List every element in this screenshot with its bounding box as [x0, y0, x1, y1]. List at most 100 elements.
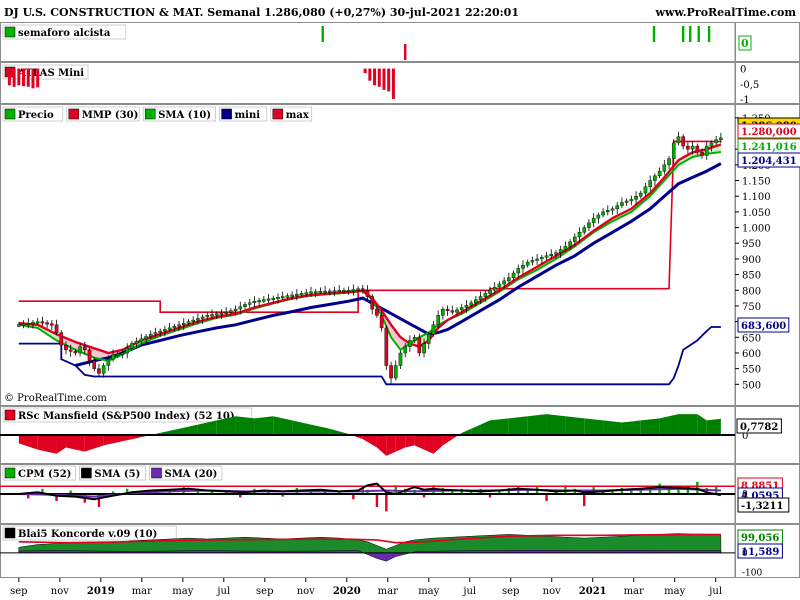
- price-candle-body: [356, 288, 360, 291]
- atlas-bar: [31, 68, 35, 89]
- price-candle-body: [172, 326, 177, 329]
- chart-title: DJ U.S. CONSTRUCTION & MAT. Semanal 1.28…: [4, 6, 519, 19]
- price-candle-body: [167, 327, 172, 330]
- rsc-area-segment: [254, 416, 274, 435]
- price-value-badge: 1.241,016: [741, 142, 797, 153]
- cpm-legend-swatch: [151, 467, 162, 479]
- price-candle-body: [521, 264, 525, 269]
- price-candle-body: [629, 199, 634, 202]
- price-candle-body: [313, 291, 318, 294]
- price-candle-body: [134, 341, 139, 344]
- koncorde-y-tick: -100: [742, 568, 762, 578]
- price-candle-body: [266, 298, 271, 301]
- price-candle-body: [455, 309, 459, 313]
- semaforo-signal-bar: [697, 26, 700, 42]
- price-candle-body: [483, 293, 488, 297]
- koncorde-y-tick: 0: [742, 549, 748, 559]
- price-candle-body: [252, 301, 257, 304]
- semaforo-signal-bar: [681, 26, 685, 42]
- site-link[interactable]: www.ProRealTime.com: [655, 6, 797, 19]
- price-candle-body: [68, 349, 73, 352]
- price-candle-body: [379, 315, 384, 329]
- price-candle-body: [337, 290, 342, 292]
- price-legend-label: max: [286, 110, 310, 121]
- semaforo-legend-label: semaforo alcista: [18, 28, 111, 39]
- price-candle-body: [492, 286, 497, 291]
- price-y-tick: 1.100: [742, 192, 771, 203]
- price-candle-body: [408, 340, 412, 347]
- price-candle-body: [605, 210, 610, 213]
- price-candle-body: [417, 337, 422, 354]
- price-candle-body: [615, 205, 620, 209]
- chart-canvas: DJ U.S. CONSTRUCTION & MAT. Semanal 1.28…: [0, 0, 800, 600]
- price-candle-body: [403, 346, 407, 354]
- price-panel: PrecioMMP (30)SMA (10)minimax1.3501.2501…: [0, 104, 800, 406]
- price-candle-body: [370, 296, 375, 310]
- rsc-area-segment: [565, 416, 585, 435]
- x-axis-tick-label: sep: [502, 586, 519, 597]
- price-y-tick: 600: [742, 349, 761, 360]
- price-candle-body: [21, 323, 26, 326]
- price-candle-body: [488, 290, 492, 294]
- price-legend-swatch: [144, 108, 156, 120]
- price-legend-swatch: [4, 108, 16, 120]
- price-candle-body: [342, 290, 346, 292]
- price-candle-body: [111, 354, 115, 360]
- price-candle-body: [610, 208, 615, 211]
- price-candle-body: [233, 308, 238, 311]
- price-candle-body: [271, 297, 276, 300]
- price-candle-body: [120, 352, 125, 355]
- price-y-tick: 500: [742, 380, 761, 391]
- price-legend-label: MMP (30): [82, 110, 139, 121]
- rsc-area-segment: [621, 420, 641, 435]
- x-axis-tick-label: mar: [378, 586, 398, 597]
- price-candle-body: [158, 330, 162, 333]
- price-candle-body: [690, 145, 695, 150]
- price-candle-body: [351, 289, 356, 292]
- x-axis-tick-label: jul: [708, 586, 722, 597]
- cpm-legend-label: SMA (20): [165, 469, 218, 480]
- price-candle-body: [191, 319, 195, 322]
- price-candle-body: [709, 142, 714, 147]
- price-candle-body: [177, 324, 181, 327]
- price-candle-body: [667, 158, 671, 166]
- rsc-area-segment: [706, 418, 721, 435]
- cpm-bar: [385, 494, 388, 512]
- rsc-area-segment: [235, 416, 255, 435]
- price-candle-body: [40, 321, 45, 324]
- price-candle-body: [153, 332, 158, 335]
- price-candle-body: [620, 202, 624, 206]
- koncorde-legend-swatch: [4, 527, 16, 539]
- semaforo-legend-swatch: [4, 26, 16, 38]
- rsc-value-badge: 0,7782: [740, 422, 778, 433]
- price-candle-body: [257, 300, 261, 303]
- atlas-y-tick: 0: [740, 65, 746, 76]
- price-candle-body: [360, 288, 365, 291]
- price-candle-body: [582, 227, 587, 233]
- atlas-bar: [373, 68, 377, 86]
- price-candle-body: [422, 343, 426, 354]
- price-candle-body: [262, 299, 266, 302]
- price-candle-body: [464, 304, 469, 308]
- price-y-tick: 1.000: [742, 224, 771, 235]
- price-candle-body: [148, 333, 153, 337]
- price-candle-body: [290, 294, 294, 297]
- price-candle-body: [573, 236, 577, 242]
- price-candle-body: [549, 254, 554, 256]
- koncorde-legend-label: Blai5 Koncorde v.09 (10): [18, 529, 157, 540]
- cpm-legend-swatch: [4, 467, 16, 479]
- price-candle-body: [73, 351, 78, 354]
- price-candle-body: [540, 257, 544, 260]
- rsc-area-segment: [508, 416, 528, 435]
- price-candle-body: [398, 352, 403, 366]
- cpm-bar: [545, 494, 548, 501]
- rsc-area-segment: [678, 414, 698, 435]
- price-y-tick: 900: [742, 255, 761, 266]
- price-candle-body: [125, 348, 130, 354]
- atlas-plot-area: [0, 62, 736, 104]
- price-candle-body: [280, 296, 285, 299]
- watermark: © ProRealTime.com: [4, 393, 107, 404]
- price-candle-body: [238, 306, 243, 310]
- price-candle-body: [35, 321, 40, 324]
- price-candle-body: [97, 368, 101, 374]
